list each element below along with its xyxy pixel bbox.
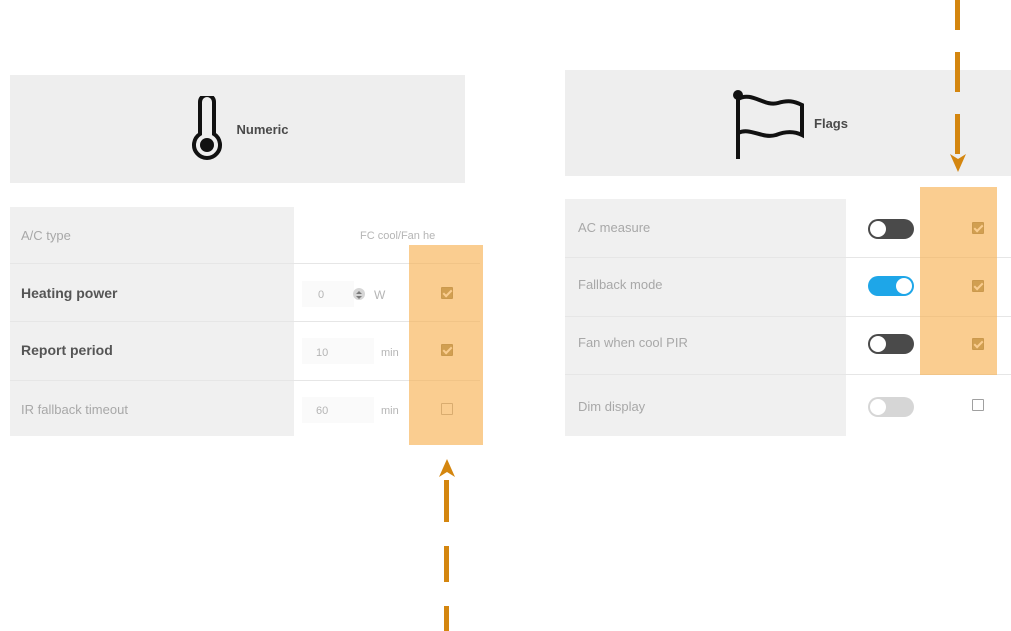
arrow-dash bbox=[955, 0, 960, 30]
arrow-dash bbox=[444, 546, 449, 582]
fan-when-cool-pir-toggle[interactable] bbox=[868, 334, 914, 354]
thermometer-icon bbox=[186, 93, 228, 162]
ir-fallback-timeout-label: IR fallback timeout bbox=[21, 402, 128, 417]
arrow-up-icon bbox=[437, 458, 457, 478]
ir-fallback-timeout-unit: min bbox=[381, 405, 399, 417]
report-period-unit: min bbox=[381, 347, 399, 359]
dim-display-label: Dim display bbox=[578, 399, 646, 414]
stepper-icon[interactable] bbox=[353, 288, 365, 300]
flags-header: Flags bbox=[565, 70, 1011, 176]
fallback-mode-label: Fallback mode bbox=[578, 277, 663, 292]
heating-power-input[interactable]: 0 bbox=[318, 289, 324, 301]
heating-power-label: Heating power bbox=[21, 285, 118, 301]
report-period-input[interactable]: 10 bbox=[316, 347, 328, 359]
arrow-dash bbox=[444, 606, 449, 631]
flags-checkbox-highlight bbox=[920, 187, 997, 375]
arrow-dash bbox=[444, 480, 449, 522]
numeric-title: Numeric bbox=[236, 121, 289, 137]
ac-measure-toggle[interactable] bbox=[868, 219, 914, 239]
arrow-dash bbox=[955, 52, 960, 92]
report-period-input-bg bbox=[302, 338, 374, 364]
numeric-checkbox-highlight bbox=[409, 245, 483, 445]
ac-measure-label: AC measure bbox=[578, 220, 651, 235]
heating-power-unit: W bbox=[374, 288, 386, 302]
flag-icon bbox=[728, 83, 808, 163]
numeric-header: Numeric bbox=[10, 75, 465, 183]
report-period-label: Report period bbox=[21, 342, 113, 358]
heating-power-input-bg bbox=[302, 281, 354, 307]
dim-display-checkbox[interactable] bbox=[972, 399, 984, 411]
arrow-dash bbox=[955, 114, 960, 154]
ac-type-select[interactable]: FC cool/Fan he bbox=[360, 230, 480, 242]
dim-display-toggle[interactable] bbox=[868, 397, 914, 417]
arrow-down-icon bbox=[948, 153, 968, 173]
ac-type-label: A/C type bbox=[21, 228, 71, 243]
ir-fallback-input-bg bbox=[302, 397, 374, 423]
fallback-mode-toggle[interactable] bbox=[868, 276, 914, 296]
ir-fallback-timeout-input[interactable]: 60 bbox=[316, 405, 328, 417]
fan-when-cool-pir-label: Fan when cool PIR bbox=[578, 335, 688, 350]
flags-title: Flags bbox=[814, 115, 848, 131]
